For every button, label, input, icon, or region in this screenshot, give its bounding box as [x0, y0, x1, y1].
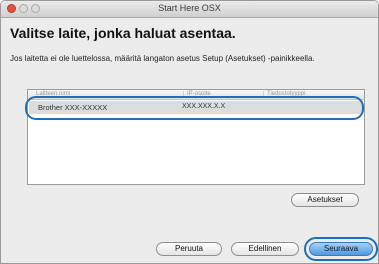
back-button[interactable]: Edellinen — [231, 242, 299, 256]
device-highlight-ring — [25, 96, 364, 120]
settings-button[interactable]: Asetukset — [291, 193, 359, 207]
page-title: Valitse laite, jonka haluat asentaa. — [10, 25, 236, 41]
instruction-text: Jos laitetta ei ole luettelossa, määritä… — [10, 54, 315, 63]
cancel-button[interactable]: Peruuta — [156, 242, 222, 256]
installer-window: Start Here OSX Valitse laite, jonka halu… — [0, 0, 379, 264]
next-highlight-ring — [304, 237, 378, 261]
title-bar[interactable]: Start Here OSX — [1, 1, 378, 18]
window-title: Start Here OSX — [158, 3, 221, 13]
